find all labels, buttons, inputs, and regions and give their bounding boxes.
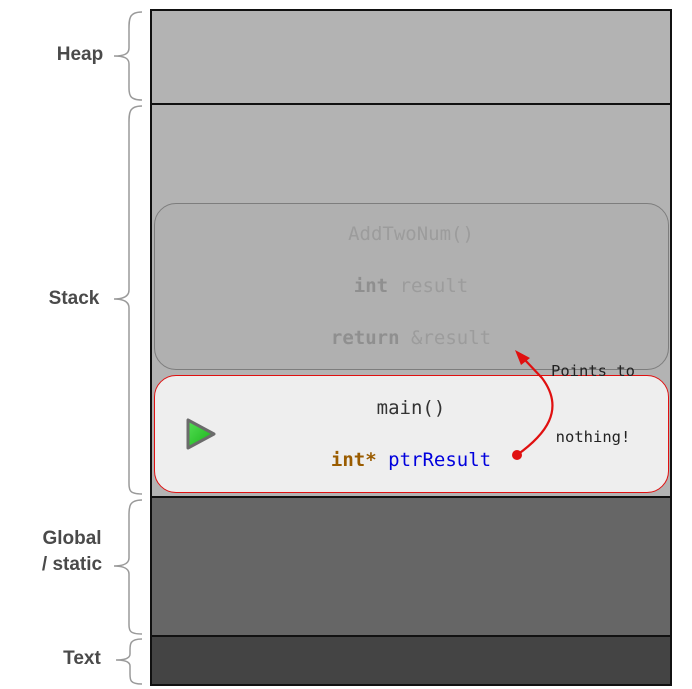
pointer-arrow [516,359,554,456]
play-icon [186,418,216,450]
pointer-overlay [186,350,554,460]
pointer-origin-dot [512,450,522,460]
